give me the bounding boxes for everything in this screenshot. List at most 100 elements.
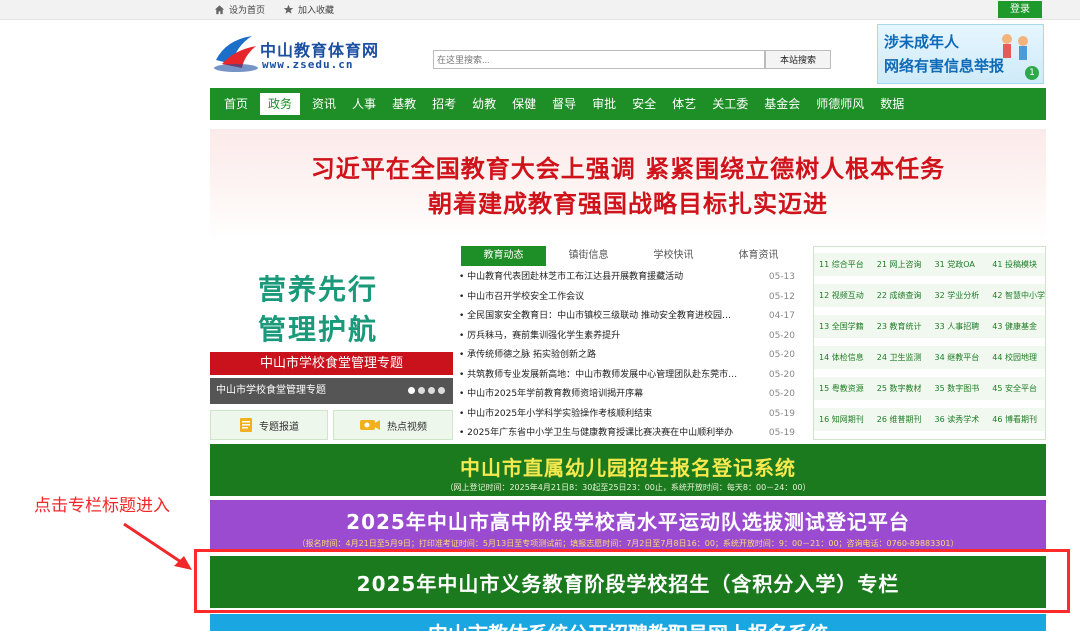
headline-banner[interactable]: 习近平在全国教育大会上强调 紧紧围绕立德树人根本任务 朝着建成教育强国战略目标扎…	[210, 129, 1046, 239]
service-link[interactable]: 16 知网期刊	[814, 408, 872, 431]
service-link[interactable]: 36 读秀学术	[930, 408, 988, 431]
sports-banner-subtitle: （报名时间：4月21日至5月9日；打印准考证时间：5月13日至专项测试前；填报志…	[297, 539, 959, 548]
tab-town-info[interactable]: 镇街信息	[546, 246, 631, 266]
highlight-box	[194, 549, 1070, 613]
service-link[interactable]: 42 智慧中小学	[987, 284, 1045, 307]
service-link[interactable]: 15 粤教资源	[814, 377, 872, 400]
slide-caption[interactable]: 中山市学校食堂管理专题	[216, 385, 326, 396]
slide-dot[interactable]	[428, 387, 435, 394]
promo-red-title[interactable]: 中山市学校食堂管理专题	[210, 352, 453, 375]
service-link[interactable]: 21 网上咨询	[872, 253, 930, 276]
arrow-icon	[123, 522, 192, 570]
links-row: 15 粤教资源 25 数字教材 35 数字图书 45 安全平台	[814, 377, 1045, 400]
kindergarten-banner-subtitle: （网上登记时间：2025年4月21日8：30起至25日23：00止，系统开放时间…	[445, 483, 811, 492]
login-button[interactable]: 登录	[998, 1, 1042, 18]
kindergarten-registration-banner[interactable]: 中山市直属幼儿园招生报名登记系统 （网上登记时间：2025年4月21日8：30起…	[210, 444, 1046, 496]
slide-caption-bar: 中山市学校食堂管理专题	[210, 378, 453, 404]
tab-sports-news[interactable]: 体育资讯	[716, 246, 801, 266]
tab-education-news[interactable]: 教育动态	[461, 246, 546, 266]
ad-badge: 1	[1025, 66, 1039, 80]
service-link[interactable]: 44 校园地理	[987, 346, 1045, 369]
nav-item-youth-committee[interactable]: 关工委	[704, 88, 756, 120]
news-item[interactable]: • 中山教育代表团赴林芝市工布江达县开展教育援藏活动 05-13	[459, 268, 799, 288]
sports-banner-title: 2025年中山市高中阶段学校高水平运动队选拔测试登记平台	[346, 510, 910, 534]
links-row: 16 知网期刊 26 维普期刊 36 读秀学术 46 博看期刊	[814, 408, 1045, 431]
site-url: www.zsedu.cn	[262, 58, 354, 71]
top-utility-bar: 设为首页 加入收藏 登录	[0, 0, 1080, 20]
slide-dot[interactable]	[408, 387, 415, 394]
nav-item-teacher-ethics[interactable]: 师德师风	[808, 88, 872, 120]
ad-line-2: 网络有害信息举报	[884, 57, 1005, 75]
service-link[interactable]: 24 卫生监测	[872, 346, 930, 369]
news-list: • 中山教育代表团赴林芝市工布江达县开展教育援藏活动 05-13 • 中山市召开学…	[459, 268, 799, 444]
bookmark-label: 加入收藏	[298, 6, 335, 16]
nav-item-data[interactable]: 数据	[872, 88, 912, 120]
headline-line-2: 朝着建成教育强国战略目标扎实迈进	[428, 190, 828, 218]
service-link[interactable]: 33 人事招聘	[930, 315, 988, 338]
nav-item-foundation[interactable]: 基金会	[756, 88, 808, 120]
service-link[interactable]: 45 安全平台	[987, 377, 1045, 400]
service-link[interactable]: 43 健康基金	[987, 315, 1045, 338]
news-item[interactable]: • 厉兵秣马，赛前集训强化学生素养提升 05-20	[459, 327, 799, 347]
nav-item-exams[interactable]: 招考	[424, 88, 464, 120]
links-row: 13 全国学籍 23 教育统计 33 人事招聘 43 健康基金	[814, 315, 1045, 338]
report-harmful-info-banner[interactable]: 涉未成年人 网络有害信息举报 1	[877, 24, 1044, 84]
nav-item-personnel[interactable]: 人事	[344, 88, 384, 120]
page: 设为首页 加入收藏 登录 中山教育体育网 www.zsedu.cn 本站搜索 涉…	[0, 0, 1080, 631]
nav-item-supervision[interactable]: 督导	[544, 88, 584, 120]
nav-item-sports-arts[interactable]: 体艺	[664, 88, 704, 120]
nav-item-news[interactable]: 资讯	[304, 88, 344, 120]
service-link[interactable]: 25 数字教材	[872, 377, 930, 400]
search-input[interactable]	[433, 50, 765, 69]
nav-item-basic-edu[interactable]: 基教	[384, 88, 424, 120]
promo-line-2: 管理护航	[258, 313, 379, 346]
kindergarten-banner-title: 中山市直属幼儿园招生报名登记系统	[460, 456, 796, 480]
headline-line-1: 习近平在全国教育大会上强调 紧紧围绕立德树人根本任务	[310, 155, 946, 183]
service-link[interactable]: 14 体检信息	[814, 346, 872, 369]
slide-dot[interactable]	[418, 387, 425, 394]
hot-video-label: 热点视频	[387, 421, 427, 433]
hot-video-button[interactable]: 热点视频	[333, 410, 453, 440]
tab-school-news[interactable]: 学校快讯	[631, 246, 716, 266]
news-item[interactable]: • 承传统师德之脉 拓实验创新之路 05-20	[459, 346, 799, 366]
service-link[interactable]: 22 成绩查询	[872, 284, 930, 307]
service-link[interactable]: 31 党政OA	[930, 253, 988, 276]
service-link[interactable]: 13 全国学籍	[814, 315, 872, 338]
set-home-link[interactable]: 设为首页	[214, 3, 265, 16]
service-link[interactable]: 26 维普期刊	[872, 408, 930, 431]
nav-item-government[interactable]: 政务	[260, 93, 301, 115]
topic-reports-label: 专题报道	[259, 421, 299, 433]
slide-dots	[408, 387, 445, 394]
recruitment-banner[interactable]: 中山市教体系统公开招聘教职员网上报名系统	[210, 614, 1046, 631]
service-link[interactable]: 35 数字图书	[930, 377, 988, 400]
nav-item-approval[interactable]: 审批	[584, 88, 624, 120]
bookmark-link[interactable]: 加入收藏	[283, 3, 334, 16]
service-link[interactable]: 12 视频互动	[814, 284, 872, 307]
news-item[interactable]: • 2025年广东省中小学卫生与健康教育授课比赛决赛在中山顺利举办 05-19	[459, 424, 799, 444]
news-item[interactable]: • 全民国家安全教育日：中山市镇校三级联动 推动安全教育进校园… 04-17	[459, 307, 799, 327]
search-button[interactable]: 本站搜索	[765, 50, 831, 69]
links-row: 11 综合平台 21 网上咨询 31 党政OA 41 投稿模块	[814, 253, 1045, 276]
nav-item-preschool[interactable]: 幼教	[464, 88, 504, 120]
nav-item-home[interactable]: 首页	[216, 88, 256, 120]
nav-item-safety[interactable]: 安全	[624, 88, 664, 120]
news-tabs: 教育动态 镇街信息 学校快讯 体育资讯	[461, 246, 801, 266]
service-link[interactable]: 34 继教平台	[930, 346, 988, 369]
service-link[interactable]: 11 综合平台	[814, 253, 872, 276]
nav-item-health[interactable]: 保健	[504, 88, 544, 120]
links-row: 14 体检信息 24 卫生监测 34 继教平台 44 校园地理	[814, 346, 1045, 369]
set-home-label: 设为首页	[229, 6, 266, 16]
main-nav: 首页 政务 资讯 人事 基教 招考 幼教 保健 督导 审批 安全 体艺 关工委 …	[210, 88, 1046, 120]
slide-dot[interactable]	[438, 387, 445, 394]
news-item[interactable]: • 中山市召开学校安全工作会议 05-12	[459, 288, 799, 308]
topic-reports-button[interactable]: 专题报道	[210, 410, 328, 440]
sports-team-registration-banner[interactable]: 2025年中山市高中阶段学校高水平运动队选拔测试登记平台 （报名时间：4月21日…	[210, 500, 1046, 550]
service-link[interactable]: 23 教育统计	[872, 315, 930, 338]
service-link[interactable]: 41 投稿模块	[987, 253, 1045, 276]
news-item[interactable]: • 中山市2025年小学科学实验操作考核顺利结束 05-19	[459, 405, 799, 425]
news-item[interactable]: • 共筑教师专业发展新高地：中山市教师发展中心管理团队赴东莞市… 05-20	[459, 366, 799, 386]
service-link[interactable]: 32 学业分析	[930, 284, 988, 307]
service-link[interactable]: 46 博看期刊	[987, 408, 1045, 431]
recruitment-banner-title: 中山市教体系统公开招聘教职员网上报名系统	[210, 618, 1046, 631]
news-item[interactable]: • 中山市2025年学前教育教师资培训揭开序幕 05-20	[459, 385, 799, 405]
